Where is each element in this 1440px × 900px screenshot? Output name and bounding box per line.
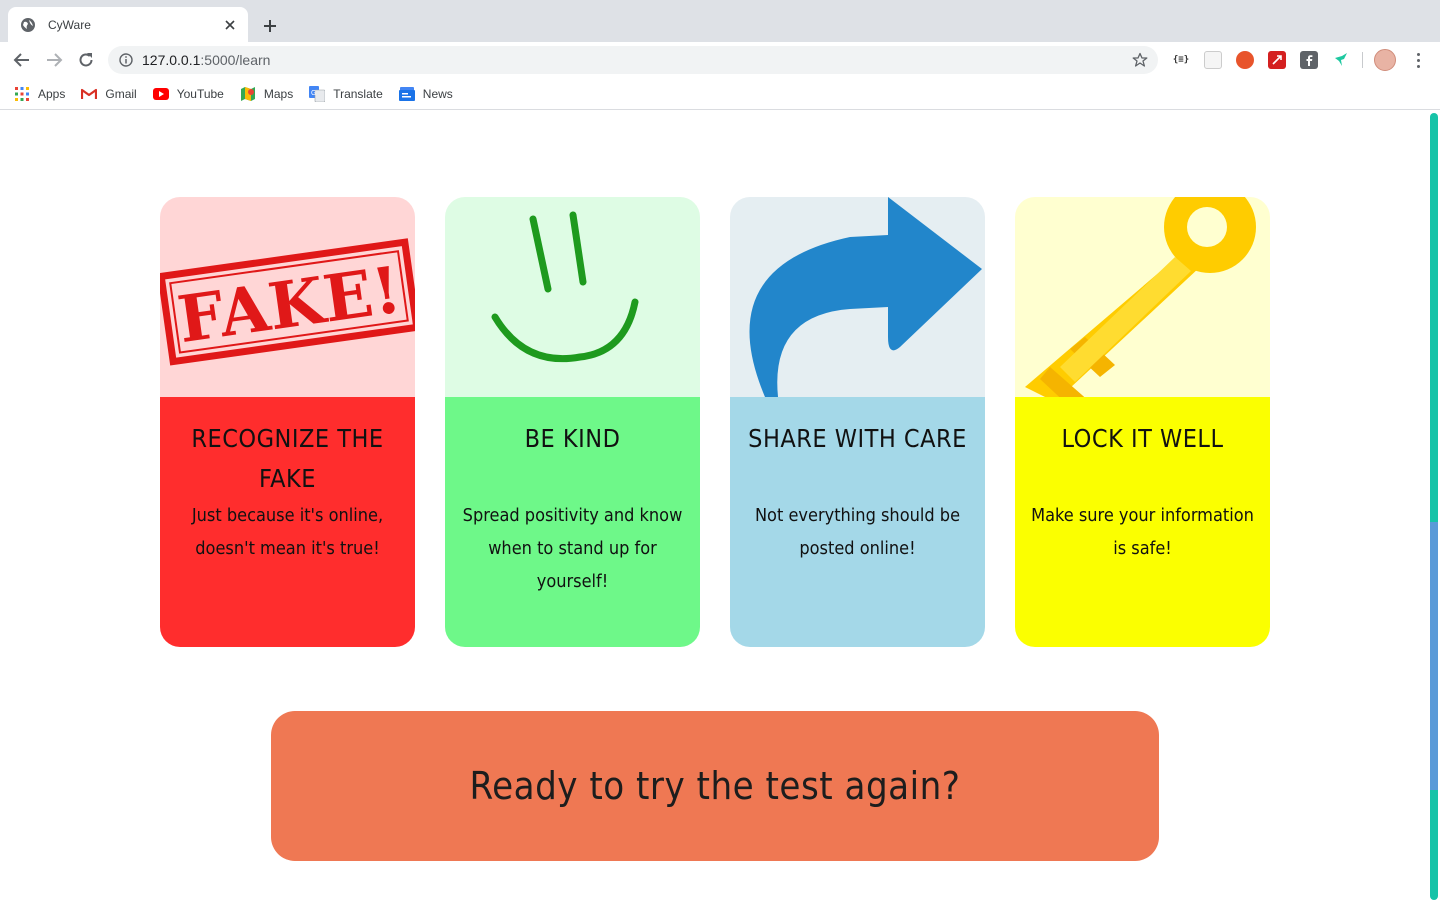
hummingbird-extension-icon[interactable] [1332,51,1350,69]
json-extension-icon[interactable]: {≡} [1172,51,1190,69]
bookmark-label: Apps [38,86,66,101]
browser-toolbar: 127.0.0.1:5000/learn {≡} [0,42,1440,78]
site-info-icon[interactable] [118,52,134,68]
card-lock-it-well[interactable]: LOCK IT WELL Make sure your information … [1015,197,1270,647]
bookmark-label: Translate [333,86,383,101]
bookmark-apps[interactable]: Apps [14,80,65,108]
card-be-kind[interactable]: BE KIND Spread positivity and know when … [445,197,700,647]
tab-strip: CyWare [0,0,1440,42]
url-path: :5000/learn [200,52,271,68]
scrollbar[interactable] [1430,113,1438,900]
card-recognize-the-fake[interactable]: FAKE! RECOGNIZE THE FAKE Just because it… [160,197,415,647]
tab-title: CyWare [48,17,91,32]
card-text: Make sure your information is safe! [1031,505,1254,559]
apps-grid-icon [14,86,30,102]
card-share-with-care[interactable]: SHARE WITH CARE Not everything should be… [730,197,985,647]
bookmark-label: News [422,86,453,101]
card-title: RECOGNIZE THE FAKE [191,424,384,493]
kebab-menu-icon[interactable] [1408,48,1428,72]
bookmark-label: Maps [263,86,294,101]
reload-icon[interactable] [74,48,98,72]
back-arrow-icon[interactable] [10,48,34,72]
page-viewport: FAKE! RECOGNIZE THE FAKE Just because it… [0,111,1440,900]
bookmark-star-icon[interactable] [1130,50,1150,70]
retry-test-label: Ready to try the test again? [469,764,961,808]
card-title: LOCK IT WELL [1061,424,1224,453]
card-body: RECOGNIZE THE FAKE Just because it's onl… [160,397,415,647]
bookmarks-bar: Apps Gmail YouTube Maps G Translate News [0,78,1440,110]
smiley-face-image [445,197,700,397]
browser-tab[interactable]: CyWare [8,7,248,42]
profile-avatar[interactable] [1374,49,1396,71]
card-text: Spread positivity and know when to stand… [462,505,683,592]
forward-arrow-icon[interactable] [42,48,66,72]
svg-text:G: G [311,90,316,97]
close-tab-icon[interactable] [222,17,238,33]
card-title: SHARE WITH CARE [748,424,967,453]
card-text: Not everything should be posted online! [754,505,961,559]
maps-icon [240,86,256,102]
retry-test-button[interactable]: Ready to try the test again? [271,711,1159,861]
golden-key-image [1015,197,1270,397]
share-arrow-image [730,197,985,397]
bookmark-label: Gmail [105,86,137,101]
topic-cards: FAKE! RECOGNIZE THE FAKE Just because it… [160,197,1270,647]
extension-square-icon[interactable] [1204,51,1222,69]
url-host: 127.0.0.1 [142,52,201,68]
news-icon [398,86,415,102]
duckduckgo-icon[interactable] [1236,51,1254,69]
card-body: BE KIND Spread positivity and know when … [445,397,700,647]
toolbar-divider [1362,52,1363,68]
url-text: 127.0.0.1:5000/learn [142,52,1130,68]
globe-icon [20,17,36,33]
bookmark-gmail[interactable]: Gmail [81,80,137,108]
card-body: SHARE WITH CARE Not everything should be… [730,397,985,647]
bookmark-label: YouTube [176,86,224,101]
translate-icon: G [309,85,326,102]
facebook-icon[interactable] [1300,51,1318,69]
card-text: Just because it's online, doesn't mean i… [191,505,384,559]
address-bar[interactable]: 127.0.0.1:5000/learn [108,46,1158,74]
bookmark-translate[interactable]: G Translate [309,80,383,108]
bookmark-news[interactable]: News [398,80,453,108]
gmail-icon [81,86,98,102]
pdf-extension-icon[interactable] [1268,51,1286,69]
fake-stamp-image: FAKE! [160,197,415,397]
card-body: LOCK IT WELL Make sure your information … [1015,397,1270,647]
bookmark-youtube[interactable]: YouTube [152,80,224,108]
new-tab-plus-icon[interactable] [258,14,282,38]
bookmark-maps[interactable]: Maps [240,80,293,108]
card-title: BE KIND [524,424,621,453]
youtube-icon [152,86,169,102]
